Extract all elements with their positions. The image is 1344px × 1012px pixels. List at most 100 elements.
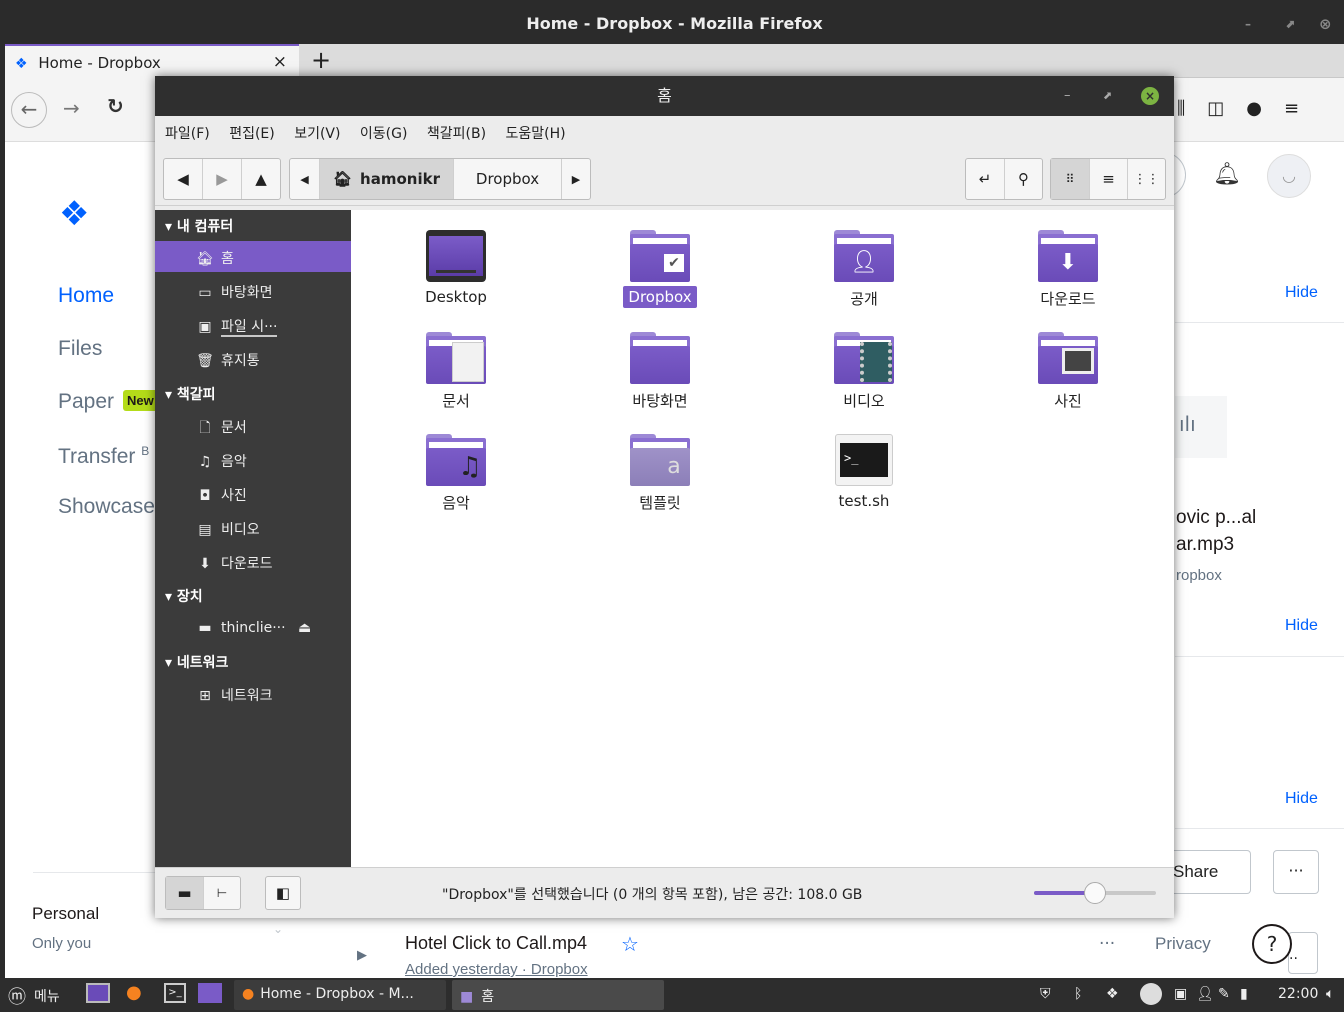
keyboard-tray-icon[interactable]: ▣ (1174, 986, 1187, 1002)
firefox-launcher-icon[interactable]: ● (126, 982, 142, 1003)
sidebar-item-trash[interactable]: 🗑︎ 휴지통 (195, 350, 260, 370)
close-icon[interactable]: ⊗ (1319, 4, 1332, 44)
file-item-public[interactable]: 👤︎ 공개 (809, 230, 919, 309)
file-item-videos[interactable]: 비디오 (809, 332, 919, 411)
dropbox-tray-icon[interactable]: ❖ (1106, 986, 1119, 1002)
sidebar-item-network[interactable]: ⊞ 네트워크 (195, 685, 272, 705)
sidebar-item-documents[interactable]: 🗋 문서 (195, 417, 246, 441)
maximize-icon[interactable]: ⬈ (1103, 76, 1112, 116)
avatar[interactable]: ◡ (1267, 154, 1311, 198)
help-menu[interactable]: .. (1288, 932, 1318, 974)
path-scroll-right-icon[interactable]: ▶ (562, 159, 590, 199)
sidebar-item-desktop[interactable]: ▭ 바탕화면 (195, 282, 272, 302)
nav-transfer[interactable]: Transfer B (58, 444, 149, 469)
nav-paper[interactable]: Paper (58, 390, 114, 414)
user-tray-icon[interactable]: 👤︎ (1196, 986, 1214, 1002)
menu-file[interactable]: 파일(F) (165, 126, 210, 142)
file-item-pictures[interactable]: 사진 (1013, 332, 1123, 411)
pen-tray-icon[interactable]: ✎ (1218, 986, 1230, 1002)
clock[interactable]: 22:00 (1278, 986, 1318, 1002)
show-desktop-icon[interactable] (86, 983, 110, 1003)
share-button[interactable]: Share (1171, 850, 1251, 894)
back-button[interactable]: ◀︎ (164, 159, 203, 199)
nav-showcase[interactable]: Showcase (58, 495, 155, 519)
file-item-dropbox[interactable]: ✔ Dropbox (605, 230, 715, 308)
task-firefox[interactable]: ● Home - Dropbox - M... (234, 980, 446, 1010)
task-files[interactable]: ■ 홈 (452, 980, 664, 1010)
menu-bookmarks[interactable]: 책갈피(B) (427, 126, 486, 142)
sidebar-item-filesystem[interactable]: ▣ 파일 시··· (195, 316, 278, 337)
path-segment-dropbox[interactable]: Dropbox (454, 159, 562, 199)
file-item-music[interactable]: ♫ 음악 (401, 434, 511, 513)
files-launcher-icon[interactable] (198, 983, 222, 1003)
update-tray-icon[interactable] (1140, 983, 1162, 1005)
icon-view-icon[interactable]: ⠿ (1051, 159, 1090, 199)
sidebar-item-downloads[interactable]: ⬇ 다운로드 (195, 553, 272, 573)
menu-button[interactable]: 메뉴 (34, 986, 60, 1006)
sidebar-item-pictures[interactable]: ◘ 사진 (195, 485, 246, 505)
file-item-documents[interactable]: 문서 (401, 332, 511, 411)
menu-edit[interactable]: 편집(E) (229, 126, 275, 142)
file-item-desktop[interactable]: Desktop (401, 230, 511, 306)
file-item-desktop-ko[interactable]: 바탕화면 (605, 332, 715, 411)
sidebar-item-home[interactable]: 🏠︎ 홈 (195, 248, 234, 268)
bluetooth-icon[interactable]: ᛒ (1074, 986, 1082, 1002)
menu-view[interactable]: 보기(V) (294, 126, 340, 142)
more-options-button[interactable]: ··· (1273, 850, 1319, 894)
privacy-link[interactable]: Privacy (1155, 934, 1211, 954)
reload-button[interactable]: ↻ (107, 94, 124, 118)
list-view-icon[interactable]: ≡ (1090, 159, 1128, 199)
sidebar-item-videos[interactable]: ▤ 비디오 (195, 519, 259, 539)
tab-close-icon[interactable]: × (273, 52, 287, 72)
menu-help[interactable]: 도움말(H) (506, 126, 566, 142)
sidebar-item-music[interactable]: ♫ 음악 (195, 451, 247, 471)
row-more-icon[interactable]: ··· (1099, 934, 1115, 954)
maximize-icon[interactable]: ⬈ (1285, 4, 1295, 44)
sidebar-header-devices[interactable]: ▾ 장치 (165, 586, 203, 606)
play-icon[interactable]: ▶ (357, 948, 367, 963)
zoom-slider-handle[interactable] (1084, 882, 1106, 904)
menu-icon[interactable]: ≡ (1284, 98, 1321, 119)
dropbox-logo-icon[interactable]: ❖ (59, 194, 89, 234)
hide-link[interactable]: Hide (1285, 284, 1318, 302)
sidebar-header-computer[interactable]: ▾ 내 컴퓨터 (165, 216, 233, 236)
location-toggle-icon[interactable]: ↵ (966, 159, 1005, 199)
hide-link[interactable]: Hide (1285, 790, 1318, 808)
file-item-templates[interactable]: a 템플릿 (605, 434, 715, 513)
file-name-cont[interactable]: ar.mp3 (1176, 534, 1234, 556)
sidebar-header-network[interactable]: ▾ 네트워크 (165, 652, 228, 672)
account-personal[interactable]: Personal (32, 904, 99, 924)
file-item-downloads[interactable]: ⬇ 다운로드 (1013, 230, 1123, 309)
file-item-test-sh[interactable]: >_ test.sh (809, 434, 919, 510)
mint-menu-icon[interactable]: ⓜ (8, 983, 26, 1009)
forward-button[interactable]: → (63, 96, 80, 120)
sidebar-header-bookmarks[interactable]: ▾ 책갈피 (165, 384, 216, 404)
search-icon[interactable]: ⚲ (1005, 159, 1042, 199)
forward-button[interactable]: ▶︎ (203, 159, 242, 199)
library-icon[interactable]: ⫼ (1177, 98, 1207, 119)
tab-home-dropbox[interactable]: ❖ Home - Dropbox × (5, 44, 299, 78)
account-icon[interactable]: ● (1246, 98, 1284, 119)
bell-icon[interactable]: 🔔︎ (1213, 162, 1241, 187)
compact-view-icon[interactable]: ⋮⋮ (1128, 159, 1165, 199)
file-name[interactable]: ovic p...al (1176, 507, 1256, 529)
battery-icon[interactable]: ▮ (1240, 986, 1248, 1002)
eject-icon[interactable]: ⏏ (298, 620, 311, 636)
minimize-icon[interactable]: – (1064, 76, 1071, 116)
back-button[interactable]: ← (11, 92, 47, 128)
close-icon[interactable]: × (1141, 87, 1159, 105)
star-icon[interactable]: ☆ (621, 932, 639, 956)
sidebar-icon[interactable]: ◫ (1207, 98, 1246, 119)
new-tab-button[interactable]: + (311, 46, 331, 74)
menu-go[interactable]: 이동(G) (360, 126, 408, 142)
nav-home[interactable]: Home (58, 284, 114, 308)
shield-icon[interactable]: ⛨ (1040, 986, 1051, 1002)
extra-pane-icon[interactable]: ◧ (266, 877, 300, 909)
path-segment-home[interactable]: 🏠︎ hamonikr (320, 159, 454, 199)
minimize-icon[interactable]: – (1245, 4, 1251, 44)
path-scroll-left-icon[interactable]: ◀ (290, 159, 320, 199)
hide-link[interactable]: Hide (1285, 617, 1318, 635)
chevron-down-icon[interactable]: ⌄ (273, 922, 283, 936)
tree-toggle-icon[interactable]: ⊢ (204, 877, 240, 909)
recent-file-title[interactable]: Hotel Click to Call.mp4 (405, 933, 587, 954)
